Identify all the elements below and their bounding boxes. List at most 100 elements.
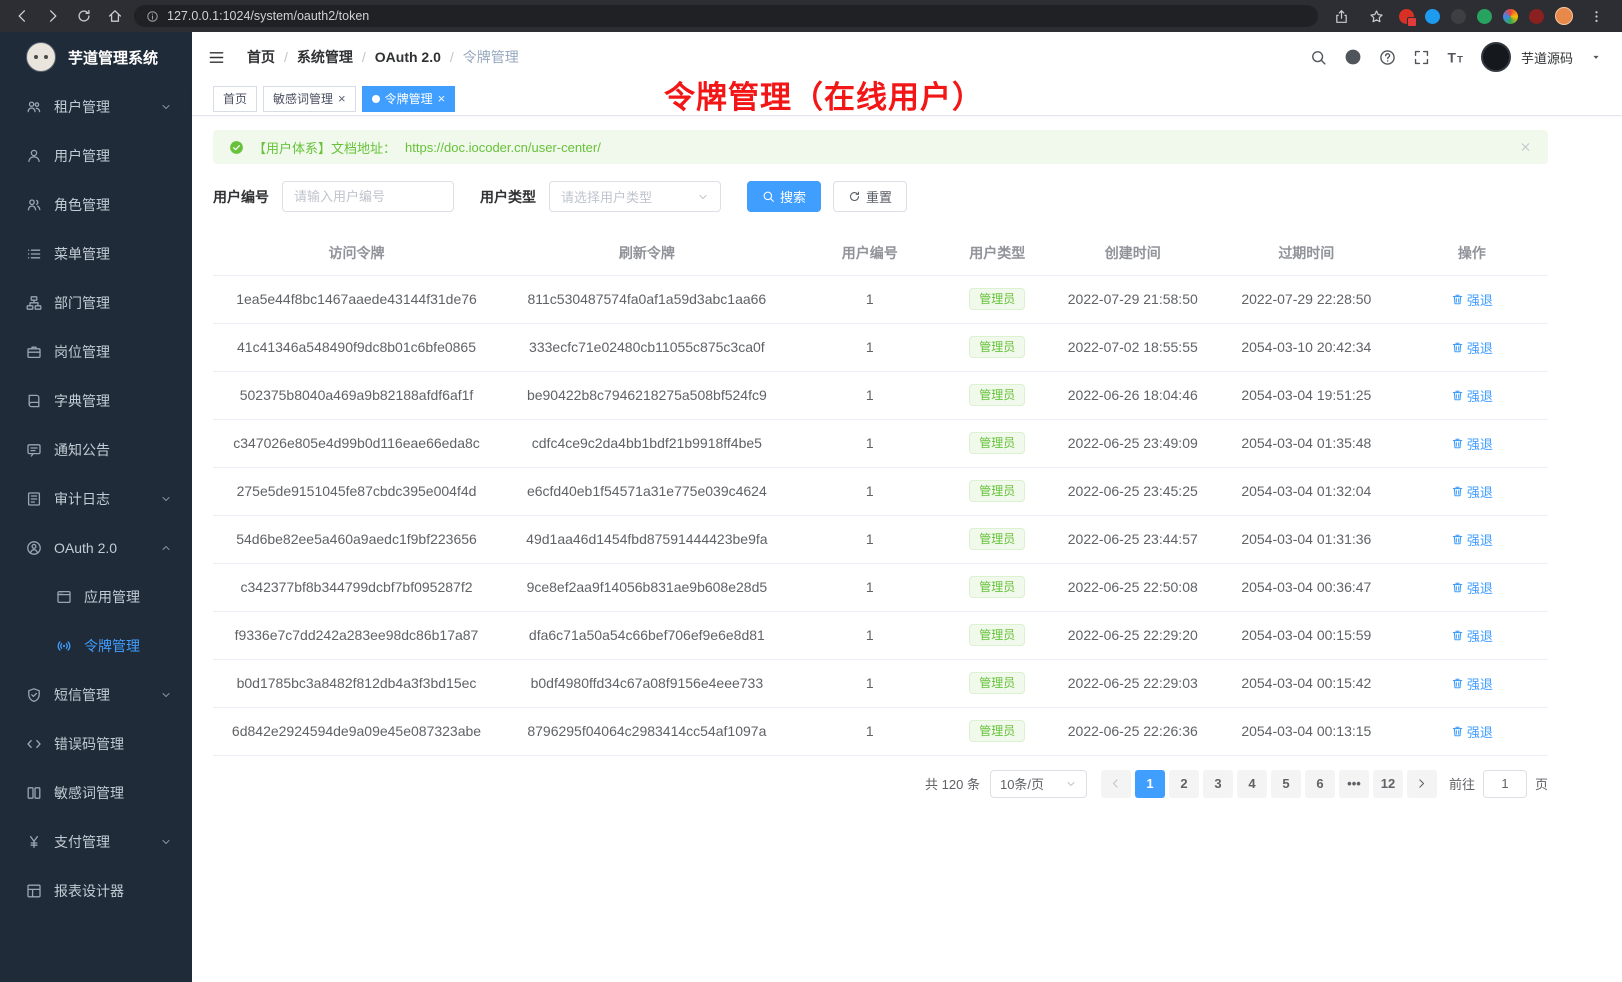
user-id-input[interactable] — [282, 181, 454, 212]
table-header-row: 访问令牌刷新令牌用户编号用户类型创建时间过期时间操作 — [213, 231, 1548, 275]
table-row: c342377bf8b344799dcbf7bf095287f29ce8ef2a… — [213, 563, 1548, 611]
force-logout-label: 强退 — [1467, 434, 1493, 453]
address-bar[interactable]: 127.0.0.1:1024/system/oauth2/token — [134, 5, 1318, 27]
site-info-icon[interactable] — [146, 10, 159, 23]
help-icon[interactable] — [1379, 49, 1396, 66]
force-logout-button[interactable]: 强退 — [1451, 722, 1493, 741]
extension-icon[interactable] — [1503, 9, 1518, 24]
force-logout-button[interactable]: 强退 — [1451, 434, 1493, 453]
breadcrumb-item: 令牌管理 — [463, 47, 519, 67]
sidebar-item-user[interactable]: 用户管理 — [0, 131, 192, 180]
search-icon[interactable] — [1310, 49, 1327, 66]
refresh-token-cell: e6cfd40eb1f54571a31e775e039c4624 — [500, 467, 794, 515]
app-logo[interactable]: 芋道管理系统 — [0, 32, 192, 82]
browser-profile-avatar[interactable] — [1555, 7, 1573, 25]
sidebar-item-menu[interactable]: 菜单管理 — [0, 229, 192, 278]
sidebar-item-sensitive-word[interactable]: 敏感词管理 — [0, 768, 192, 817]
force-logout-button[interactable]: 强退 — [1451, 578, 1493, 597]
breadcrumb-separator: / — [450, 49, 454, 65]
pager-page-1[interactable]: 1 — [1135, 770, 1165, 798]
bookmark-star-icon[interactable] — [1364, 4, 1388, 28]
sidebar-menu: 租户管理用户管理角色管理菜单管理部门管理岗位管理字典管理通知公告审计日志OAut… — [0, 82, 192, 982]
breadcrumb-item[interactable]: 首页 — [247, 47, 275, 67]
reset-button[interactable]: 重置 — [833, 181, 907, 212]
prev-page-button[interactable] — [1101, 770, 1131, 798]
page-size-select[interactable]: 10条/页 — [990, 770, 1087, 798]
fullscreen-icon[interactable] — [1413, 49, 1430, 66]
browser-menu-icon[interactable] — [1584, 4, 1608, 28]
table-body: 1ea5e44f8bc1467aaede43144f31de76811c5304… — [213, 275, 1548, 755]
force-logout-button[interactable]: 强退 — [1451, 530, 1493, 549]
sidebar-item-pay[interactable]: 支付管理 — [0, 817, 192, 866]
access-token-cell: 1ea5e44f8bc1467aaede43144f31de76 — [213, 275, 500, 323]
sidebar-item-dept[interactable]: 部门管理 — [0, 278, 192, 327]
share-icon[interactable] — [1329, 4, 1353, 28]
post-icon — [26, 344, 42, 360]
pager-page-6[interactable]: 6 — [1305, 770, 1335, 798]
force-logout-button[interactable]: 强退 — [1451, 482, 1493, 501]
font-size-icon[interactable]: TT — [1447, 49, 1464, 66]
extension-icon[interactable] — [1529, 9, 1544, 24]
user-name[interactable]: 芋道源码 — [1521, 48, 1573, 67]
pager-pages: 123456•••12 — [1133, 770, 1405, 798]
breadcrumb-item[interactable]: 系统管理 — [297, 47, 353, 67]
sidebar-item-notice[interactable]: 通知公告 — [0, 425, 192, 474]
pager-page-3[interactable]: 3 — [1203, 770, 1233, 798]
sidebar-item-dict[interactable]: 字典管理 — [0, 376, 192, 425]
pager-page-5[interactable]: 5 — [1271, 770, 1301, 798]
goto-page-input[interactable] — [1483, 770, 1527, 798]
create-time-cell: 2022-06-25 23:44:57 — [1049, 515, 1217, 563]
alert-close-icon[interactable] — [1519, 141, 1532, 154]
sidebar-item-tenant[interactable]: 租户管理 — [0, 82, 192, 131]
force-logout-button[interactable]: 强退 — [1451, 290, 1493, 309]
sidebar-item-error-code[interactable]: 错误码管理 — [0, 719, 192, 768]
force-logout-label: 强退 — [1467, 338, 1493, 357]
tab-close-icon[interactable]: × — [338, 92, 346, 105]
table-row: 41c41346a548490f9dc8b01c6bfe0865333ecfc7… — [213, 323, 1548, 371]
tab-oauth2-token[interactable]: 令牌管理× — [362, 86, 456, 112]
back-button[interactable] — [10, 4, 34, 28]
tab-sensitive-word[interactable]: 敏感词管理× — [263, 86, 356, 112]
force-logout-button[interactable]: 强退 — [1451, 626, 1493, 645]
refresh-button[interactable] — [72, 4, 96, 28]
pager-page-12[interactable]: 12 — [1373, 770, 1403, 798]
tab-home[interactable]: 首页 — [213, 86, 257, 112]
force-logout-button[interactable]: 强退 — [1451, 386, 1493, 405]
pager-page-2[interactable]: 2 — [1169, 770, 1199, 798]
sidebar-item-oauth2-token[interactable]: 令牌管理 — [0, 621, 192, 670]
sidebar-item-sms[interactable]: 短信管理 — [0, 670, 192, 719]
pager-page-4[interactable]: 4 — [1237, 770, 1267, 798]
user-avatar[interactable] — [1481, 42, 1511, 72]
extension-icon[interactable] — [1399, 9, 1414, 24]
github-icon[interactable] — [1344, 48, 1362, 66]
chevron-down-icon — [697, 191, 709, 203]
pager-more-button[interactable]: ••• — [1339, 770, 1369, 798]
sidebar-item-audit-log[interactable]: 审计日志 — [0, 474, 192, 523]
home-button[interactable] — [103, 4, 127, 28]
force-logout-button[interactable]: 强退 — [1451, 338, 1493, 357]
sidebar-item-oauth2[interactable]: OAuth 2.0 — [0, 523, 192, 572]
refresh-token-cell: 333ecfc71e02480cb11055c875c3ca0f — [500, 323, 794, 371]
user-id-filter: 用户编号 — [213, 181, 454, 212]
user-id-cell: 1 — [794, 563, 946, 611]
sidebar-item-oauth2-application[interactable]: 应用管理 — [0, 572, 192, 621]
sidebar-item-post[interactable]: 岗位管理 — [0, 327, 192, 376]
sidebar-item-report-designer[interactable]: 报表设计器 — [0, 866, 192, 915]
tab-close-icon[interactable]: × — [438, 92, 446, 105]
breadcrumb-item[interactable]: OAuth 2.0 — [375, 49, 441, 65]
force-logout-button[interactable]: 强退 — [1451, 674, 1493, 693]
search-button[interactable]: 搜索 — [747, 181, 821, 212]
collapse-sidebar-icon[interactable] — [208, 49, 225, 66]
chevron-down-icon — [160, 493, 172, 505]
doc-link[interactable]: https://doc.iocoder.cn/user-center/ — [405, 140, 601, 155]
forward-button[interactable] — [41, 4, 65, 28]
next-page-button[interactable] — [1407, 770, 1437, 798]
extension-icon[interactable] — [1477, 9, 1492, 24]
sidebar-item-role[interactable]: 角色管理 — [0, 180, 192, 229]
filter-form: 用户编号 用户类型 请选择用户类型 搜索 重置 — [213, 181, 1548, 212]
extension-icon[interactable] — [1451, 9, 1466, 24]
user-dropdown-caret-icon[interactable] — [1590, 51, 1602, 63]
user-type-badge: 管理员 — [969, 720, 1025, 742]
user-type-select[interactable]: 请选择用户类型 — [549, 181, 721, 212]
extension-icon[interactable] — [1425, 9, 1440, 24]
